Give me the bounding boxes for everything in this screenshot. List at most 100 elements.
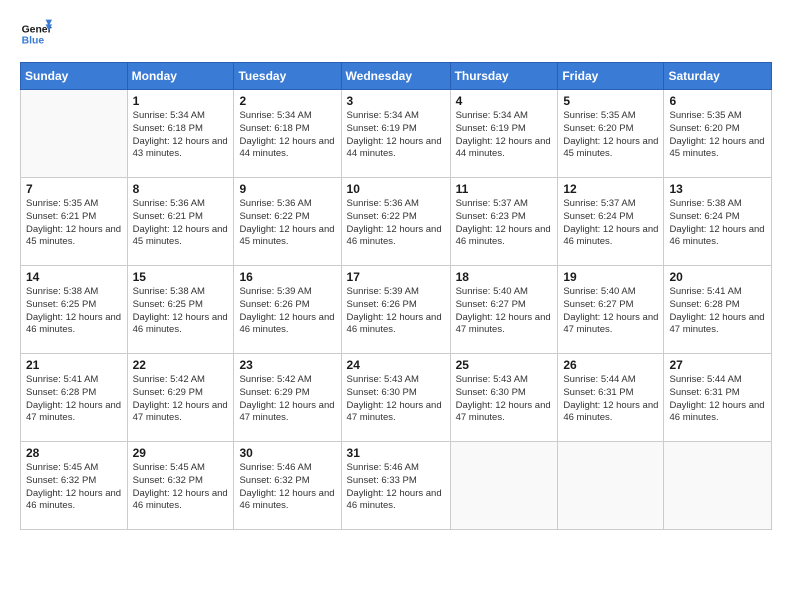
day-number: 17 [347, 270, 445, 284]
day-info: Sunrise: 5:37 AMSunset: 6:24 PMDaylight:… [563, 198, 658, 249]
weekday-header-monday: Monday [127, 63, 234, 90]
day-info: Sunrise: 5:36 AMSunset: 6:22 PMDaylight:… [239, 198, 335, 249]
day-number: 26 [563, 358, 658, 372]
day-number: 28 [26, 446, 122, 460]
calendar-cell: 9 Sunrise: 5:36 AMSunset: 6:22 PMDaylight… [234, 178, 341, 266]
weekday-header-row: SundayMondayTuesdayWednesdayThursdayFrid… [21, 63, 772, 90]
day-number: 29 [133, 446, 229, 460]
day-number: 10 [347, 182, 445, 196]
day-number: 24 [347, 358, 445, 372]
day-info: Sunrise: 5:38 AMSunset: 6:24 PMDaylight:… [669, 198, 766, 249]
calendar-cell: 22 Sunrise: 5:42 AMSunset: 6:29 PMDayligh… [127, 354, 234, 442]
day-number: 25 [456, 358, 553, 372]
calendar-cell: 27 Sunrise: 5:44 AMSunset: 6:31 PMDayligh… [664, 354, 772, 442]
calendar-cell: 12 Sunrise: 5:37 AMSunset: 6:24 PMDayligh… [558, 178, 664, 266]
day-info: Sunrise: 5:35 AMSunset: 6:20 PMDaylight:… [669, 110, 766, 161]
calendar-cell: 4 Sunrise: 5:34 AMSunset: 6:19 PMDaylight… [450, 90, 558, 178]
calendar-cell: 24 Sunrise: 5:43 AMSunset: 6:30 PMDayligh… [341, 354, 450, 442]
day-number: 12 [563, 182, 658, 196]
day-info: Sunrise: 5:45 AMSunset: 6:32 PMDaylight:… [26, 462, 122, 513]
calendar-cell [21, 90, 128, 178]
day-number: 13 [669, 182, 766, 196]
calendar-cell: 5Sunrise: 5:35 AMSunset: 6:20 PMDaylight… [558, 90, 664, 178]
day-number: 31 [347, 446, 445, 460]
calendar-cell: 26Sunrise: 5:44 AMSunset: 6:31 PMDayligh… [558, 354, 664, 442]
calendar-week-4: 21Sunrise: 5:41 AMSunset: 6:28 PMDayligh… [21, 354, 772, 442]
svg-text:Blue: Blue [22, 36, 45, 47]
day-number: 2 [239, 94, 335, 108]
day-number: 16 [239, 270, 335, 284]
day-info: Sunrise: 5:37 AMSunset: 6:23 PMDaylight:… [456, 198, 553, 249]
calendar-cell: 8 Sunrise: 5:36 AMSunset: 6:21 PMDaylight… [127, 178, 234, 266]
calendar-cell: 1 Sunrise: 5:34 AMSunset: 6:18 PMDaylight… [127, 90, 234, 178]
weekday-header-wednesday: Wednesday [341, 63, 450, 90]
day-info: Sunrise: 5:34 AMSunset: 6:18 PMDaylight:… [239, 110, 335, 161]
day-info: Sunrise: 5:38 AMSunset: 6:25 PMDaylight:… [133, 286, 229, 337]
day-number: 8 [133, 182, 229, 196]
day-info: Sunrise: 5:38 AMSunset: 6:25 PMDaylight:… [26, 286, 122, 337]
day-number: 20 [669, 270, 766, 284]
calendar-cell: 15 Sunrise: 5:38 AMSunset: 6:25 PMDayligh… [127, 266, 234, 354]
calendar-cell: 13 Sunrise: 5:38 AMSunset: 6:24 PMDayligh… [664, 178, 772, 266]
calendar-cell: 16 Sunrise: 5:39 AMSunset: 6:26 PMDayligh… [234, 266, 341, 354]
day-number: 18 [456, 270, 553, 284]
page: General Blue SundayMondayTuesdayWednesda… [0, 0, 792, 612]
calendar-table: SundayMondayTuesdayWednesdayThursdayFrid… [20, 62, 772, 530]
calendar-cell: 10Sunrise: 5:36 AMSunset: 6:22 PMDayligh… [341, 178, 450, 266]
calendar-cell: 14 Sunrise: 5:38 AMSunset: 6:25 PMDayligh… [21, 266, 128, 354]
day-info: Sunrise: 5:43 AMSunset: 6:30 PMDaylight:… [456, 374, 553, 425]
day-number: 5 [563, 94, 658, 108]
weekday-header-tuesday: Tuesday [234, 63, 341, 90]
day-info: Sunrise: 5:45 AMSunset: 6:32 PMDaylight:… [133, 462, 229, 513]
day-info: Sunrise: 5:40 AMSunset: 6:27 PMDaylight:… [563, 286, 658, 337]
day-info: Sunrise: 5:43 AMSunset: 6:30 PMDaylight:… [347, 374, 445, 425]
calendar-week-3: 14 Sunrise: 5:38 AMSunset: 6:25 PMDayligh… [21, 266, 772, 354]
day-info: Sunrise: 5:42 AMSunset: 6:29 PMDaylight:… [133, 374, 229, 425]
day-number: 4 [456, 94, 553, 108]
day-number: 11 [456, 182, 553, 196]
day-info: Sunrise: 5:42 AMSunset: 6:29 PMDaylight:… [239, 374, 335, 425]
calendar-cell: 29 Sunrise: 5:45 AMSunset: 6:32 PMDayligh… [127, 442, 234, 530]
calendar-cell: 3Sunrise: 5:34 AMSunset: 6:19 PMDaylight… [341, 90, 450, 178]
weekday-header-thursday: Thursday [450, 63, 558, 90]
calendar-cell: 20 Sunrise: 5:41 AMSunset: 6:28 PMDayligh… [664, 266, 772, 354]
calendar-cell: 7 Sunrise: 5:35 AMSunset: 6:21 PMDaylight… [21, 178, 128, 266]
calendar-cell: 25 Sunrise: 5:43 AMSunset: 6:30 PMDayligh… [450, 354, 558, 442]
day-number: 7 [26, 182, 122, 196]
weekday-header-saturday: Saturday [664, 63, 772, 90]
day-info: Sunrise: 5:35 AMSunset: 6:21 PMDaylight:… [26, 198, 122, 249]
day-info: Sunrise: 5:36 AMSunset: 6:21 PMDaylight:… [133, 198, 229, 249]
calendar-cell: 17 Sunrise: 5:39 AMSunset: 6:26 PMDayligh… [341, 266, 450, 354]
day-number: 30 [239, 446, 335, 460]
day-number: 9 [239, 182, 335, 196]
day-number: 27 [669, 358, 766, 372]
calendar-cell [450, 442, 558, 530]
day-info: Sunrise: 5:34 AMSunset: 6:19 PMDaylight:… [456, 110, 553, 161]
calendar-cell: 28 Sunrise: 5:45 AMSunset: 6:32 PMDayligh… [21, 442, 128, 530]
calendar-cell: 19Sunrise: 5:40 AMSunset: 6:27 PMDayligh… [558, 266, 664, 354]
day-number: 3 [347, 94, 445, 108]
day-info: Sunrise: 5:39 AMSunset: 6:26 PMDaylight:… [347, 286, 445, 337]
calendar-cell: 30Sunrise: 5:46 AMSunset: 6:32 PMDayligh… [234, 442, 341, 530]
header: General Blue [20, 18, 772, 50]
day-number: 15 [133, 270, 229, 284]
calendar-week-1: 1 Sunrise: 5:34 AMSunset: 6:18 PMDaylight… [21, 90, 772, 178]
logo-icon: General Blue [20, 18, 52, 50]
weekday-header-sunday: Sunday [21, 63, 128, 90]
day-info: Sunrise: 5:39 AMSunset: 6:26 PMDaylight:… [239, 286, 335, 337]
calendar-cell [664, 442, 772, 530]
day-info: Sunrise: 5:44 AMSunset: 6:31 PMDaylight:… [669, 374, 766, 425]
calendar-cell: 18Sunrise: 5:40 AMSunset: 6:27 PMDayligh… [450, 266, 558, 354]
calendar-cell: 31 Sunrise: 5:46 AMSunset: 6:33 PMDayligh… [341, 442, 450, 530]
day-info: Sunrise: 5:41 AMSunset: 6:28 PMDaylight:… [669, 286, 766, 337]
day-number: 22 [133, 358, 229, 372]
day-number: 1 [133, 94, 229, 108]
day-info: Sunrise: 5:34 AMSunset: 6:18 PMDaylight:… [133, 110, 229, 161]
day-number: 23 [239, 358, 335, 372]
calendar-cell: 21Sunrise: 5:41 AMSunset: 6:28 PMDayligh… [21, 354, 128, 442]
day-number: 14 [26, 270, 122, 284]
day-number: 21 [26, 358, 122, 372]
weekday-header-friday: Friday [558, 63, 664, 90]
day-info: Sunrise: 5:46 AMSunset: 6:33 PMDaylight:… [347, 462, 445, 513]
logo: General Blue [20, 18, 56, 50]
